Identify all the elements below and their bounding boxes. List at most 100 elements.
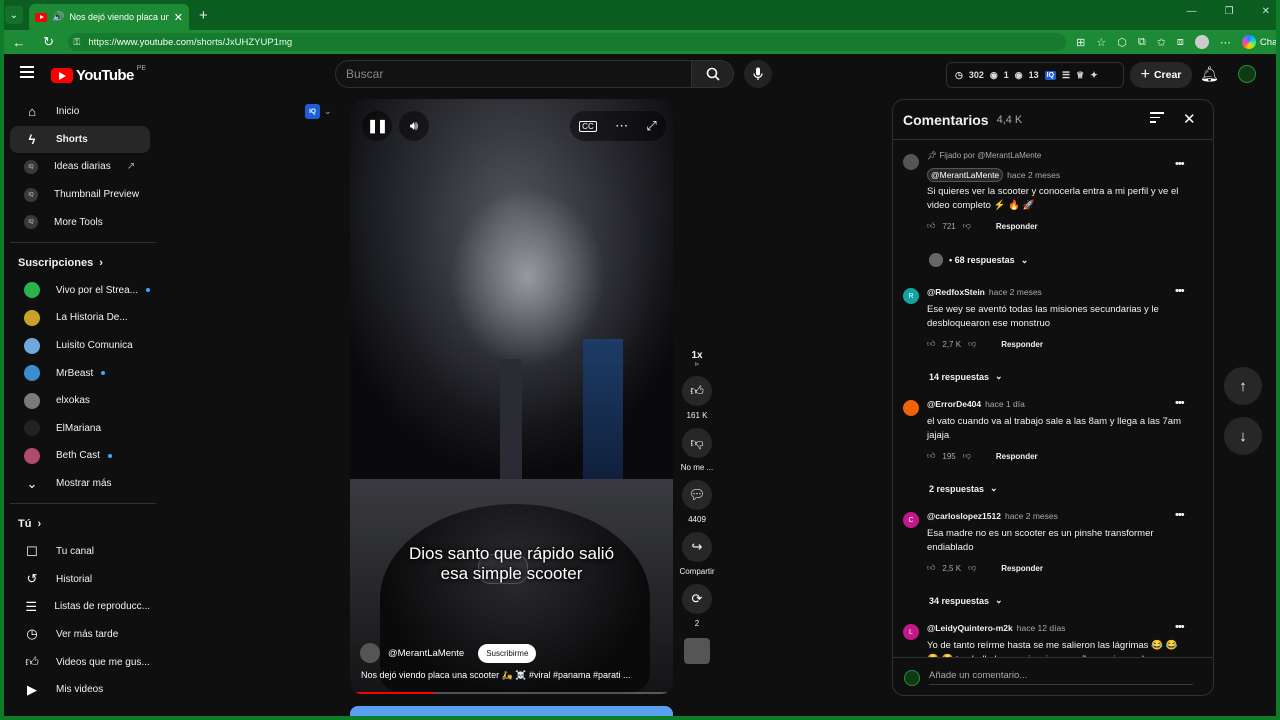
sidebar-item-watch-later[interactable]: ◷ Ver más tarde xyxy=(10,621,150,649)
search-input[interactable]: Buscar xyxy=(335,60,692,88)
reload-icon[interactable]: ↻ xyxy=(38,34,60,50)
notifications-bell-icon[interactable]: 🔔︎ xyxy=(1200,65,1219,83)
close-tab-icon[interactable]: ✕ xyxy=(174,11,183,24)
thumbs-up-icon[interactable]: 👍︎ xyxy=(927,221,935,231)
comment-author[interactable]: @MerantLaMente xyxy=(927,168,1004,182)
more-menu-icon[interactable]: ⋯ xyxy=(1220,36,1231,49)
close-icon[interactable]: ✕ xyxy=(1183,110,1196,128)
collections-icon[interactable]: ⧈ xyxy=(1177,36,1184,49)
comments-button[interactable]: 💬︎ 4409 xyxy=(682,480,712,524)
sidebar-item-shorts[interactable]: ϟ Shorts xyxy=(10,125,150,154)
commenter-avatar[interactable]: R xyxy=(903,288,919,304)
app-install-icon[interactable]: ⊞ xyxy=(1076,36,1085,49)
create-button[interactable]: + Crear xyxy=(1130,62,1192,88)
next-short-button[interactable]: ↓ xyxy=(1224,417,1262,455)
thumbs-up-icon[interactable]: 👍︎ xyxy=(927,563,935,573)
comment-time[interactable]: hace 12 días xyxy=(1017,623,1066,633)
new-tab-plus-icon[interactable]: + xyxy=(199,7,208,24)
subscription-item[interactable]: Vivo por el Strea... xyxy=(10,277,150,305)
subscription-item[interactable]: Luisito Comunica xyxy=(10,332,150,360)
comment-more-icon[interactable]: ••• xyxy=(1175,621,1185,633)
commenter-avatar[interactable]: C xyxy=(903,512,919,528)
sort-icon[interactable] xyxy=(1150,112,1164,124)
iq-badge[interactable]: IQ xyxy=(1044,70,1057,80)
thumbs-down-icon[interactable]: 👎︎ xyxy=(968,563,976,573)
comment-time[interactable]: hace 2 meses xyxy=(1005,511,1058,521)
next-short-preview[interactable] xyxy=(350,706,673,720)
view-replies-button[interactable]: 2 respuestas ⌄ xyxy=(929,483,998,494)
comment-author[interactable]: @LeidyQuintero-m2k xyxy=(927,623,1013,633)
sidebar-item-thumbnail-preview[interactable]: IQ Thumbnail Preview xyxy=(10,181,150,209)
comment-more-icon[interactable]: ••• xyxy=(1175,509,1185,521)
thumbs-down-icon[interactable]: 👎︎ xyxy=(963,221,971,231)
split-screen-icon[interactable]: ⧉ xyxy=(1138,36,1146,49)
dislike-button[interactable]: 👎︎ No me ... xyxy=(681,428,713,472)
previous-short-button[interactable]: ↑ xyxy=(1224,367,1262,405)
channel-name[interactable]: @MerantLaMente xyxy=(388,648,464,659)
comment-author[interactable]: @RedfoxStein xyxy=(927,287,985,297)
profile-avatar[interactable] xyxy=(1194,35,1209,49)
shorts-video-player[interactable]: ❚❚ 🔊︎ CC ⋯ ⤢ Dios santo que rápido salió… xyxy=(350,99,673,694)
add-comment-input[interactable]: Añade un comentario... xyxy=(929,670,1193,685)
commenter-avatar[interactable] xyxy=(903,154,919,170)
account-avatar[interactable] xyxy=(1238,65,1256,83)
comment-author[interactable]: @ErrorDe404 xyxy=(927,399,981,409)
thumbs-down-icon[interactable]: 👎︎ xyxy=(963,451,971,461)
comment-time[interactable]: hace 1 día xyxy=(985,399,1025,409)
more-options-icon[interactable]: ⋯ xyxy=(615,118,628,134)
minimize-icon[interactable]: — xyxy=(1187,6,1197,17)
comment-time[interactable]: hace 2 meses xyxy=(1007,170,1060,180)
you-heading[interactable]: Tú › xyxy=(4,510,156,538)
vidiq-stats-widget[interactable]: ◷ 302 ◉ 1 ◉ 13 IQ ☰ ♕ ✦ xyxy=(946,62,1124,88)
extensions-icon[interactable]: ⬡ xyxy=(1117,36,1127,49)
favorites-icon[interactable]: ✩ xyxy=(1157,36,1166,49)
subscription-item[interactable]: Beth Cast xyxy=(10,442,150,470)
url-field[interactable]: ⚿ https://www.youtube.com/shorts/JxUHZYU… xyxy=(67,33,1067,51)
subscription-item[interactable]: La Historia De... xyxy=(10,304,150,332)
playback-speed-button[interactable]: 1x ⊳ xyxy=(691,350,702,368)
view-replies-button[interactable]: • 68 respuestas ⌄ xyxy=(929,253,1028,267)
speaker-icon[interactable]: 🔊 xyxy=(52,12,64,23)
hamburger-menu-icon[interactable] xyxy=(20,66,34,78)
remix-button[interactable]: ⟳ 2 xyxy=(682,584,712,628)
volume-button[interactable]: 🔊︎ xyxy=(399,111,429,141)
comment-more-icon[interactable]: ••• xyxy=(1175,285,1185,297)
thumbs-up-icon[interactable]: 👍︎ xyxy=(927,451,935,461)
youtube-logo[interactable]: YouTube PE xyxy=(51,65,146,84)
comment-time[interactable]: hace 2 meses xyxy=(989,287,1042,297)
site-info-icon[interactable]: ⚿ xyxy=(74,37,81,48)
sparkle-icon[interactable]: ✦ xyxy=(1090,70,1098,81)
sidebar-item-history[interactable]: ↺ Historial xyxy=(10,566,150,594)
commenter-avatar[interactable]: L xyxy=(903,624,919,640)
sidebar-item-my-videos[interactable]: ▶ Mis videos xyxy=(10,676,150,704)
search-button[interactable] xyxy=(692,60,734,88)
subscriptions-heading[interactable]: Suscripciones › xyxy=(4,249,156,277)
reply-button[interactable]: Responder xyxy=(1001,564,1043,573)
subscription-item[interactable]: ElMariana xyxy=(10,415,150,443)
back-arrow-icon[interactable]: ← xyxy=(8,35,30,50)
sidebar-item-liked[interactable]: 👍︎ Videos que me gus... xyxy=(10,648,150,676)
trophy-icon[interactable]: ♕ xyxy=(1076,70,1084,81)
comment-more-icon[interactable]: ••• xyxy=(1175,158,1185,170)
comment-author[interactable]: @carloslopez1512 xyxy=(927,511,1001,521)
sidebar-item-inicio[interactable]: ⌂ Inicio xyxy=(10,98,150,126)
subscription-item[interactable]: MrBeast xyxy=(10,359,150,387)
sidebar-item-ideas-diarias[interactable]: IQ Ideas diarias ↗ xyxy=(10,153,150,181)
commenter-avatar[interactable] xyxy=(903,400,919,416)
channel-avatar[interactable] xyxy=(360,643,380,663)
progress-bar[interactable] xyxy=(356,692,667,694)
browser-tab-active[interactable]: 🔊 Nos dejó viendo placa una sc ✕ xyxy=(29,4,189,30)
view-replies-button[interactable]: 34 respuestas ⌄ xyxy=(929,595,1003,606)
pause-button[interactable]: ❚❚ xyxy=(362,111,392,141)
voice-search-button[interactable] xyxy=(744,60,772,88)
show-more-button[interactable]: ⌄ Mostrar más xyxy=(10,470,150,498)
video-title[interactable]: Nos dejó viendo placa una scooter 🛵 ☠️ #… xyxy=(361,670,661,681)
sound-thumbnail[interactable] xyxy=(684,638,710,664)
list-icon[interactable]: ☰ xyxy=(1062,70,1070,81)
comment-more-icon[interactable]: ••• xyxy=(1175,397,1185,409)
restore-icon[interactable]: ❐ xyxy=(1225,6,1234,17)
reply-button[interactable]: Responder xyxy=(996,222,1038,231)
sidebar-item-channel[interactable]: ☐ Tu canal xyxy=(10,538,150,566)
view-replies-button[interactable]: 14 respuestas ⌄ xyxy=(929,371,1003,382)
sidebar-item-playlists[interactable]: ☰ Listas de reproducc... xyxy=(10,593,150,621)
